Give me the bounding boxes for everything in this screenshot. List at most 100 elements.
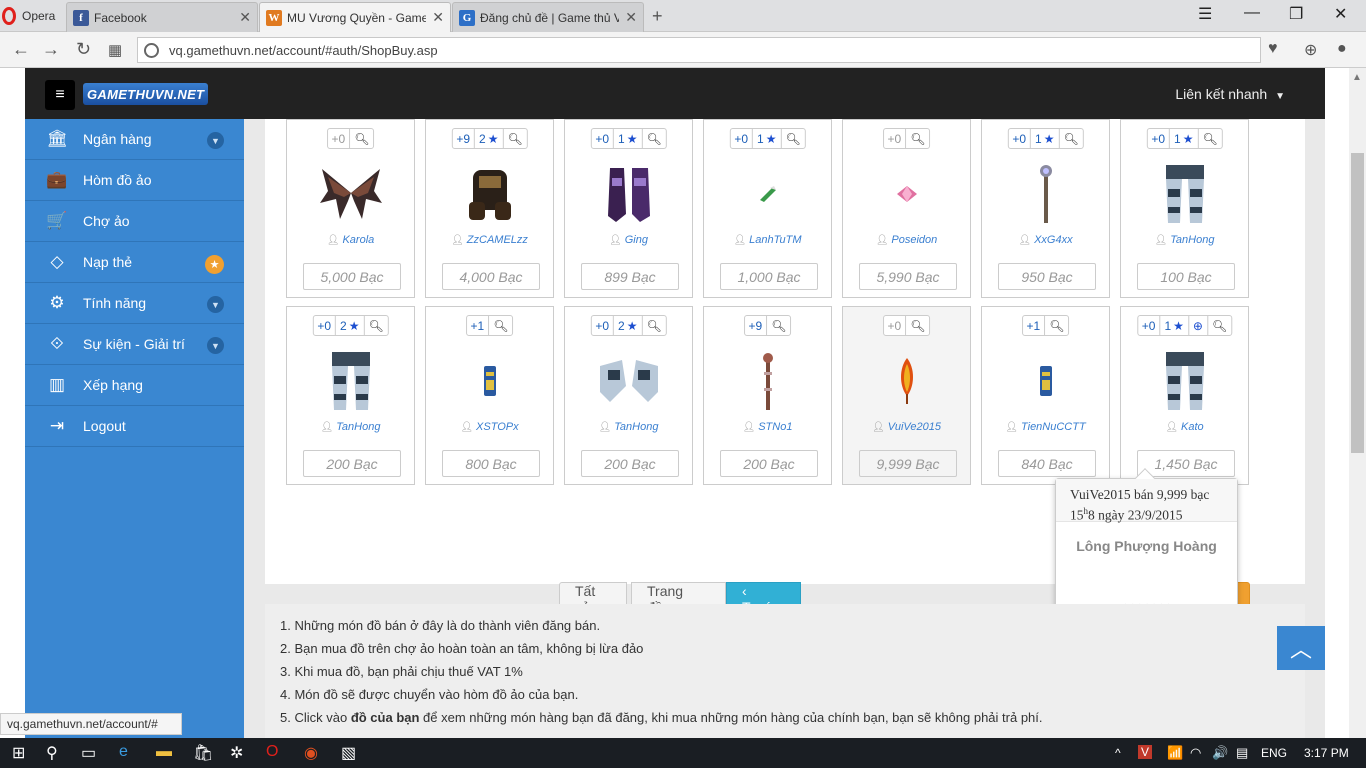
magnifier-icon[interactable]: 🔍︎ <box>642 316 665 335</box>
notification-icon[interactable]: ▤ <box>1236 745 1248 761</box>
item-card[interactable]: +0 🔍︎ 👤︎ Poseidon 5,990 Bạc <box>842 119 971 298</box>
sidebar-item-logout[interactable]: ⇥ Logout <box>25 406 244 447</box>
photo-app-icon[interactable]: ▧ <box>341 743 356 763</box>
item-card[interactable]: +0 🔍︎ 👤︎ VuiVe2015 9,999 Bạc <box>842 306 971 485</box>
item-price-button[interactable]: 899 Bạc <box>581 263 679 290</box>
magnifier-icon[interactable]: 🔍︎ <box>350 129 373 148</box>
scrollbar-thumb[interactable] <box>1351 153 1364 453</box>
item-image[interactable] <box>1150 162 1220 226</box>
tab-gamethu[interactable]: G Đăng chủ đề | Game thủ V ✕ <box>452 2 644 32</box>
opera-menu-button[interactable]: Opera <box>0 0 62 32</box>
item-price-button[interactable]: 800 Bạc <box>442 450 540 477</box>
tab-menu-icon[interactable]: ☰ <box>1198 4 1212 24</box>
wifi-icon[interactable]: ◠ <box>1190 745 1201 761</box>
item-image[interactable] <box>1150 349 1220 413</box>
item-card[interactable]: +0 2 ★ 🔍︎ 👤︎ TanHong 200 Bạc <box>564 306 693 485</box>
close-icon[interactable]: ✕ <box>432 9 444 26</box>
network-icon[interactable]: 📶 <box>1167 745 1183 761</box>
magnifier-icon[interactable]: 🔍︎ <box>906 316 929 335</box>
item-price-button[interactable]: 100 Bạc <box>1137 263 1235 290</box>
sidebar-item-su-kien[interactable]: ⟐ Sự kiện - Giải trí ▼ <box>25 324 244 365</box>
item-seller[interactable]: 👤︎ Ging <box>565 234 692 246</box>
item-card[interactable]: +9 2 ★ 🔍︎ 👤︎ ZzCAMELzz 4,000 Bạc <box>425 119 554 298</box>
heart-icon[interactable]: ♥ <box>1268 40 1278 58</box>
item-price-button[interactable]: 950 Bạc <box>998 263 1096 290</box>
file-explorer-icon[interactable]: ▬ <box>156 743 172 761</box>
item-card[interactable]: +9 🔍︎ 👤︎ STNo1 200 Bạc <box>703 306 832 485</box>
item-image[interactable] <box>733 349 803 413</box>
item-seller[interactable]: 👤︎ Poseidon <box>843 234 970 246</box>
item-card[interactable]: +0 1 ★ 🔍︎ 👤︎ TanHong 100 Bạc <box>1120 119 1249 298</box>
item-seller[interactable]: 👤︎ XxG4xx <box>982 234 1109 246</box>
item-seller[interactable]: 👤︎ VuiVe2015 <box>843 421 970 433</box>
magnifier-icon[interactable]: 🔍︎ <box>1198 129 1221 148</box>
my-items-link[interactable]: đồ của bạn <box>351 710 420 725</box>
magnifier-icon[interactable]: 🔍︎ <box>1059 129 1082 148</box>
item-seller[interactable]: 👤︎ LanhTuTM <box>704 234 831 246</box>
item-seller[interactable]: 👤︎ TienNuCCTT <box>982 421 1109 433</box>
sidebar-item-hom-do-ao[interactable]: 💼 Hòm đồ ảo <box>25 160 244 201</box>
sidebar-item-cho-ao[interactable]: 🛒 Chợ ảo <box>25 201 244 242</box>
item-seller[interactable]: 👤︎ Karola <box>287 234 414 246</box>
item-seller[interactable]: 👤︎ Kato <box>1121 421 1248 433</box>
url-field[interactable]: vq.gamethuvn.net/account/#auth/ShopBuy.a… <box>137 37 1261 63</box>
item-price-button[interactable]: 200 Bạc <box>303 450 401 477</box>
new-tab-icon[interactable]: + <box>652 6 663 27</box>
sidebar-item-xep-hang[interactable]: ▥ Xếp hạng <box>25 365 244 406</box>
item-image[interactable] <box>872 349 942 413</box>
close-icon[interactable]: ✕ <box>625 9 637 26</box>
scroll-up-icon[interactable]: ▲ <box>1352 72 1362 83</box>
sidebar-item-tinh-nang[interactable]: ⚙ Tính năng ▼ <box>25 283 244 324</box>
language-indicator[interactable]: ENG <box>1261 746 1287 760</box>
item-card[interactable]: +0 1 ★ ⊕ 🔍︎ 👤︎ Kato 1,450 Bạc <box>1120 306 1249 485</box>
vertical-scrollbar[interactable]: ▲ <box>1349 68 1366 738</box>
item-image[interactable] <box>455 349 525 413</box>
item-seller[interactable]: 👤︎ TanHong <box>1121 234 1248 246</box>
item-image[interactable] <box>733 162 803 226</box>
site-info-icon[interactable] <box>144 42 159 58</box>
tray-chevron-up-icon[interactable]: ^ <box>1115 746 1121 760</box>
quick-links-dropdown[interactable]: Liên kết nhanh ▼ <box>1175 86 1285 102</box>
item-price-button[interactable]: 4,000 Bạc <box>442 263 540 290</box>
task-view-icon[interactable]: ▭ <box>81 743 96 763</box>
account-icon[interactable]: ● <box>1337 40 1347 58</box>
item-card[interactable]: +0 1 ★ 🔍︎ 👤︎ Ging 899 Bạc <box>564 119 693 298</box>
site-logo[interactable]: GAMETHUVN.NET <box>83 83 209 105</box>
item-image[interactable] <box>594 349 664 413</box>
magnifier-icon[interactable]: 🔍︎ <box>489 316 512 335</box>
item-seller[interactable]: 👤︎ XSTOPx <box>426 421 553 433</box>
item-card[interactable]: +0 1 ★ 🔍︎ 👤︎ LanhTuTM 1,000 Bạc <box>703 119 832 298</box>
download-icon[interactable]: ⊕ <box>1304 40 1317 60</box>
magnifier-icon[interactable]: 🔍︎ <box>1208 316 1231 335</box>
item-price-button[interactable]: 5,000 Bạc <box>303 263 401 290</box>
item-card[interactable]: +0 🔍︎ 👤︎ Karola 5,000 Bạc <box>286 119 415 298</box>
magnifier-icon[interactable]: 🔍︎ <box>364 316 387 335</box>
item-price-button[interactable]: 840 Bạc <box>998 450 1096 477</box>
app-icon[interactable]: ◉ <box>304 743 318 763</box>
maximize-icon[interactable]: ❐ <box>1289 4 1303 24</box>
item-price-button[interactable]: 5,990 Bạc <box>859 263 957 290</box>
tab-mu-vuong-quyen[interactable]: W MU Vương Quyền - Game ✕ <box>259 2 451 32</box>
back-icon[interactable]: ← <box>12 39 30 60</box>
item-image[interactable] <box>316 162 386 226</box>
minimize-icon[interactable]: — <box>1244 4 1260 22</box>
hamburger-menu-button[interactable]: ≡ <box>45 80 75 110</box>
tray-app-icon[interactable]: V <box>1138 745 1153 759</box>
item-seller[interactable]: 👤︎ TanHong <box>287 421 414 433</box>
search-icon[interactable]: ⚲ <box>46 743 58 763</box>
close-icon[interactable]: ✕ <box>239 9 251 26</box>
speed-dial-icon[interactable]: ▦ <box>108 41 122 59</box>
close-window-icon[interactable]: ✕ <box>1334 4 1347 24</box>
edge-icon[interactable]: e <box>119 743 128 761</box>
item-card[interactable]: +0 2 ★ 🔍︎ 👤︎ TanHong 200 Bạc <box>286 306 415 485</box>
magnifier-icon[interactable]: 🔍︎ <box>781 129 804 148</box>
tab-facebook[interactable]: f Facebook ✕ <box>66 2 258 32</box>
item-price-button[interactable]: 200 Bạc <box>720 450 818 477</box>
volume-icon[interactable]: 🔊 <box>1212 745 1228 761</box>
item-price-button[interactable]: 1,450 Bạc <box>1137 450 1235 477</box>
magnifier-icon[interactable]: 🔍︎ <box>503 129 526 148</box>
item-seller[interactable]: 👤︎ ZzCAMELzz <box>426 234 553 246</box>
item-seller[interactable]: 👤︎ STNo1 <box>704 421 831 433</box>
back-to-top-button[interactable]: ︿ <box>1277 626 1325 670</box>
sidebar-item-ngan-hang[interactable]: 🏛 Ngân hàng ▼ <box>25 119 244 160</box>
